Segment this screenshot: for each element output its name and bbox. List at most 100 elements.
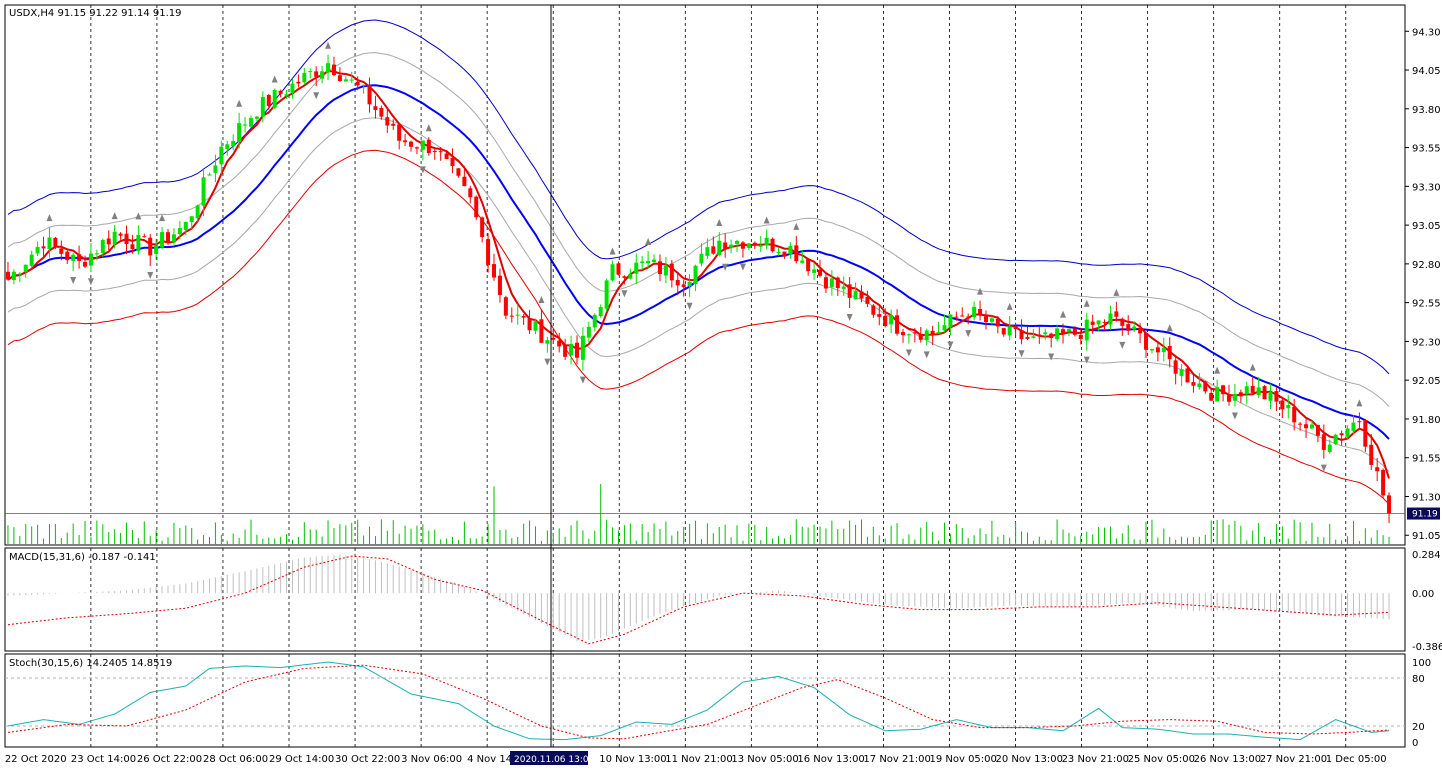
candle-body [1114,311,1119,317]
candle-body [337,75,342,82]
candle-body [1381,470,1386,496]
candle-body [444,153,449,159]
candle-body [1185,368,1190,383]
y-tick-label: 93.55 [1412,144,1441,155]
candle-body [634,262,639,274]
candle-body [284,94,289,96]
candle-body [1007,326,1012,336]
candle-body [1286,405,1291,409]
candle-body [1126,324,1131,331]
candle-body [1013,327,1018,330]
candle-body [302,72,307,83]
candle-body [1191,382,1196,386]
y-tick-label: 93.80 [1412,105,1441,116]
candle-body [877,314,882,317]
candle-body [1055,328,1060,340]
candle-body [527,318,532,331]
candle-body [711,246,716,254]
candle-body [1304,424,1309,429]
candle-body [806,258,811,272]
candle-body [23,264,28,272]
candle-body [497,275,502,295]
stoch-y-tick-label: 80 [1412,674,1425,685]
x-tick-label: 10 Nov 13:00 [599,754,666,765]
chart-root[interactable]: 22 Oct 2020 23 Oct 14:00 26 Oct 22:00 28 Oc… [0,0,1442,771]
candle-body [1167,345,1172,360]
x-tick-label: 11 Nov 21:00 [665,754,732,765]
candle-body [480,217,485,238]
candle-body [272,90,277,108]
candle-body [41,246,46,249]
candle-body [420,140,425,150]
candle-body [1363,419,1368,447]
candle-body [367,85,372,105]
candle-body [492,264,497,278]
candle-body [948,314,953,327]
candle-body [355,81,360,86]
candle-body [812,269,817,273]
candle-body [776,252,781,254]
candle-body [723,242,728,249]
candle-body [462,176,467,187]
candle-body [1345,428,1350,437]
candle-body [865,296,870,304]
candle-body [1203,381,1208,392]
x-tick-label: 27 Nov 21:00 [1260,754,1327,765]
candle-body [752,242,757,246]
candle-body [841,286,846,290]
candle-body [663,265,668,276]
candle-body [586,326,591,338]
candle-body [509,315,514,317]
candle-body [468,188,473,198]
candle-body [687,281,692,287]
candle-body [195,205,200,219]
candle-body [349,79,354,81]
candle-body [610,264,615,281]
macd-y-tick-label: -0.386 [1412,642,1442,653]
candle-body [800,260,805,263]
candle-body [966,316,971,318]
candle-body [1090,321,1095,325]
candle-body [397,124,402,141]
candle-body [889,314,894,325]
candle-body [681,284,686,288]
current-price-label: 91.19 [1412,510,1438,520]
candle-body [53,237,58,247]
candle-body [1144,332,1149,350]
candle-body [1108,313,1113,325]
candle-body [900,332,905,336]
candle-body [740,242,745,249]
crosshair-time-label: 2020.11.06 13:00 [514,755,595,765]
candle-body [574,342,579,358]
stoch-header: Stoch(30,15,6) 14.2405 14.8519 [9,658,172,669]
candle-body [1280,400,1285,410]
candle-body [361,84,366,86]
candle-body [160,232,165,248]
candle-body [83,261,88,267]
candle-body [1120,318,1125,326]
candle-body [1268,391,1273,401]
candle-body [112,231,117,245]
candle-body [1149,349,1154,351]
y-tick-label: 92.30 [1412,337,1441,348]
candle-body [764,237,769,246]
candle-body [746,243,751,248]
candle-body [47,237,52,249]
candle-body [118,233,123,236]
candle-body [717,240,722,256]
candle-body [1298,423,1303,425]
candle-body [486,239,491,265]
x-tick-label: 23 Nov 21:00 [1062,754,1129,765]
candle-body [539,319,544,343]
candle-body [65,251,70,261]
candle-body [71,254,76,261]
x-tick-label: 13 Nov 05:00 [731,754,798,765]
candle-body [1173,360,1178,374]
candle-body [320,71,325,79]
candle-body [1244,386,1249,395]
candle-body [592,314,597,328]
candle-body [918,333,923,340]
candle-body [1179,369,1184,376]
candle-body [1155,347,1160,353]
candle-body [1375,467,1380,472]
